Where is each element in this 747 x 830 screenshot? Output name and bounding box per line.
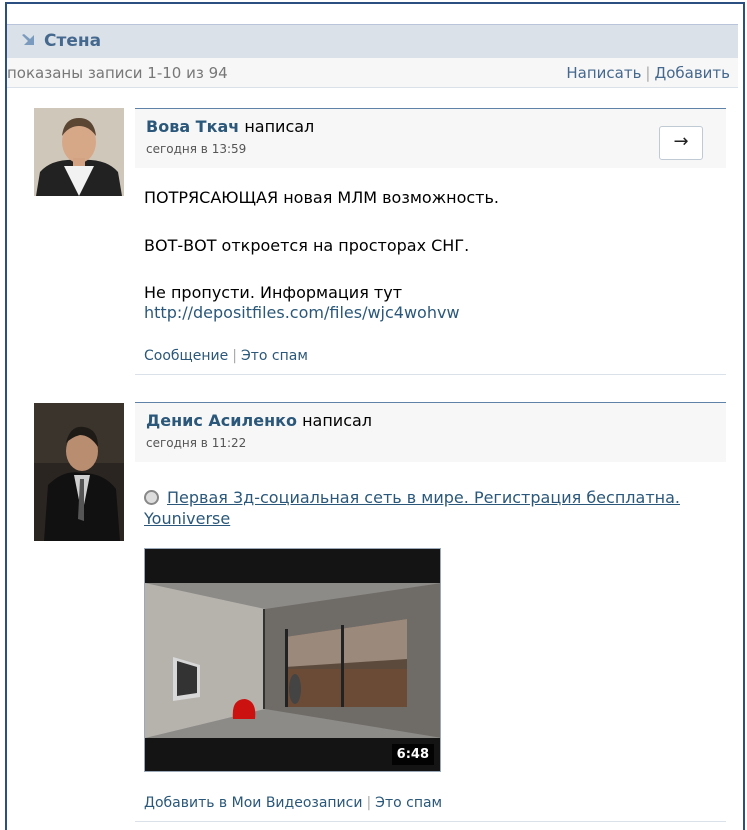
wall-summary: показаны записи 1-10 из 94: [7, 64, 228, 82]
post-actions: Добавить в Мои Видеозаписи | Это спам: [144, 795, 442, 811]
post-divider: [135, 821, 726, 822]
reply-button[interactable]: →: [659, 126, 703, 160]
post-link[interactable]: http://depositfiles.com/files/wjc4wohvw: [144, 303, 460, 322]
separator: |: [366, 795, 372, 811]
avatar[interactable]: [34, 108, 124, 196]
separator: |: [232, 348, 237, 364]
spam-link[interactable]: Это спам: [375, 795, 442, 811]
video-preview-image: [145, 549, 440, 771]
post-time: сегодня в 13:59: [146, 142, 247, 156]
wall-summary-bar: показаны записи 1-10 из 94 Написать | Доба…: [7, 58, 738, 88]
add-link[interactable]: Добавить: [654, 64, 730, 82]
shared-link: Первая 3д-социальная сеть в мире. Регист…: [144, 487, 684, 529]
post-text-line: ПОТРЯСАЮЩАЯ новая МЛМ возможность.: [144, 188, 500, 207]
author-link[interactable]: Вова Ткач: [146, 117, 239, 136]
author-link[interactable]: Денис Асиленко: [146, 411, 297, 430]
post-divider: [135, 374, 726, 375]
write-link[interactable]: Написать: [566, 64, 641, 82]
message-link[interactable]: Сообщение: [144, 348, 228, 364]
arrow-right-icon: →: [673, 131, 689, 152]
wall-actions: Написать | Добавить: [566, 64, 730, 82]
shared-link-title[interactable]: Первая 3д-социальная сеть в мире. Регист…: [144, 488, 680, 528]
video-thumbnail[interactable]: 6:48: [144, 548, 441, 772]
add-to-videos-link[interactable]: Добавить в Мои Видеозаписи: [144, 795, 362, 811]
avatar[interactable]: [34, 403, 124, 541]
wall-title: Стена: [44, 31, 102, 51]
post-verb: написал: [244, 117, 315, 136]
wall-header: Стена: [7, 24, 738, 58]
post-actions: Сообщение | Это спам: [144, 348, 308, 364]
wall-arrow-icon: [22, 34, 34, 45]
post-text-line: ВОТ-ВОТ откроется на просторах СНГ.: [144, 236, 470, 255]
post-text-line: Не пропусти. Информация тут: [144, 283, 403, 302]
post-author-line: Вова Ткач написал: [146, 117, 314, 136]
globe-icon: [144, 490, 159, 505]
video-duration: 6:48: [391, 744, 434, 765]
post-verb: написал: [302, 411, 373, 430]
post-header: Вова Ткач написал сегодня в 13:59 →: [135, 108, 726, 168]
post-author-line: Денис Асиленко написал: [146, 411, 372, 430]
separator: |: [645, 64, 651, 82]
post-header: Денис Асиленко написал сегодня в 11:22: [135, 402, 726, 462]
post-time: сегодня в 11:22: [146, 436, 247, 450]
spam-link[interactable]: Это спам: [241, 348, 308, 364]
